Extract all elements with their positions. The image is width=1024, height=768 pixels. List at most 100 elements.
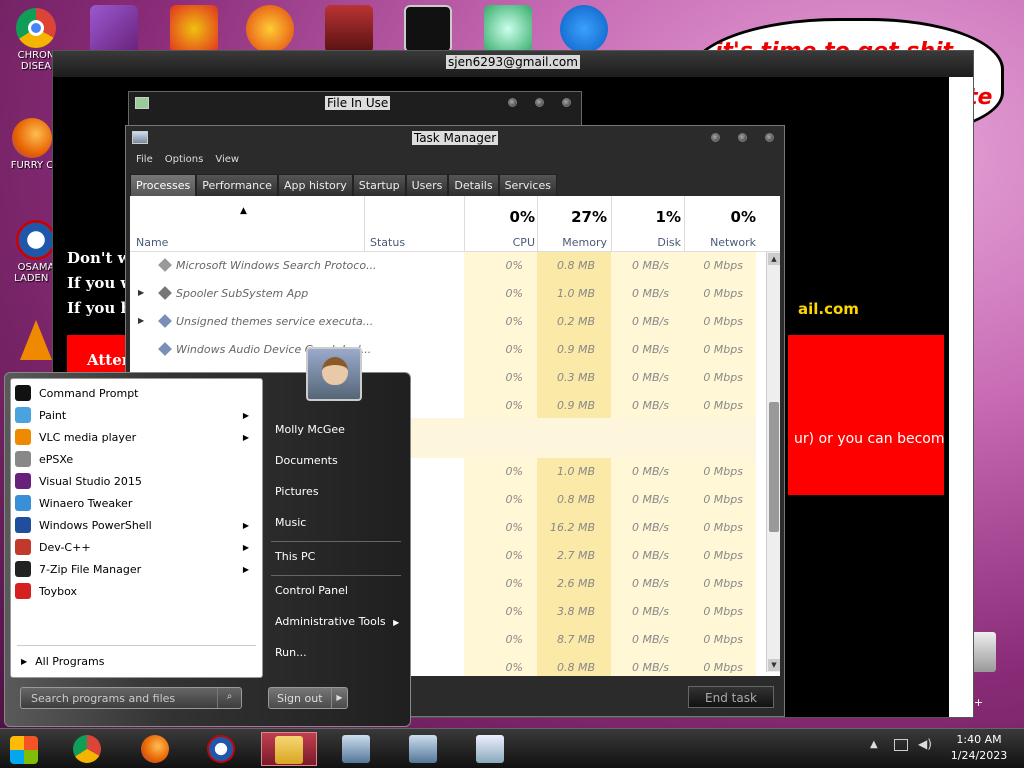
task-manager-title-bar[interactable]: Task Manager [126,126,784,150]
start-right-item[interactable]: This PC [275,550,315,563]
volume-icon[interactable]: ◀) [918,737,932,751]
search-icon[interactable]: ⌕ [217,688,241,708]
taskbar-file-in-use[interactable] [329,732,383,766]
visual-studio-icon[interactable] [90,5,138,53]
tab-performance[interactable]: Performance [196,174,278,196]
program-item[interactable]: Winaero Tweaker [15,492,255,514]
cpu-value: 0% [505,549,523,562]
taskbar-task-manager[interactable] [463,732,517,766]
start-right-item[interactable]: Music [275,516,306,529]
taskbar-obama[interactable] [194,732,248,766]
file-in-use-window[interactable]: File In Use [128,91,582,127]
tab-users[interactable]: Users [405,174,449,196]
header-network[interactable]: Network [710,236,756,249]
scroll-thumb[interactable] [769,402,779,532]
taskbar-file-explorer[interactable] [261,732,317,766]
minimize-button[interactable] [508,98,517,107]
program-item[interactable]: Paint ▶ [15,404,255,426]
program-item[interactable]: Command Prompt [15,382,255,404]
cpu-value: 0% [505,399,523,412]
program-item[interactable]: Visual Studio 2015 [15,470,255,492]
expand-icon[interactable]: ▶ [138,288,144,297]
close-button[interactable] [562,98,571,107]
teamviewer-icon[interactable] [560,5,608,53]
tab-startup[interactable]: Startup [352,174,406,196]
ransom-title: sjen6293@gmail.com [446,55,580,69]
header-cpu[interactable]: CPU [513,236,535,249]
clock[interactable]: 1:40 AM 1/24/2023 [944,732,1014,764]
network-value: 0 Mbps [703,287,743,300]
chevron-right-icon: ▶ [393,618,400,627]
end-task-button[interactable]: End task [688,686,774,708]
memory-value: 0.9 MB [556,343,595,356]
command-prompt-icon[interactable] [404,5,452,53]
table-row[interactable]: ▶ Spooler SubSystem App 0% 1.0 MB 0 MB/s 0 Mb… [130,280,755,308]
close-button[interactable] [765,133,774,142]
program-item[interactable]: ePSXe [15,448,255,470]
header-name[interactable]: Name [136,236,168,249]
memory-value: 8.7 MB [556,633,595,646]
search-input[interactable]: Search programs and files ⌕ [20,687,242,709]
disk-value: 0 MB/s [632,343,669,356]
start-right-item[interactable]: Run... [275,646,307,659]
program-item[interactable]: VLC media player ▶ [15,426,255,448]
recycle-bin-icon[interactable] [972,632,996,672]
start-right-item[interactable]: Molly McGee [275,423,345,436]
taskbar-app[interactable] [396,732,450,766]
app-shield-icon[interactable] [325,5,373,53]
taskbar-firefox[interactable] [128,732,182,766]
sort-ascending-icon[interactable]: ▲ [240,206,247,216]
app-2-icon[interactable] [170,5,218,53]
tab-details[interactable]: Details [448,174,499,196]
header-disk[interactable]: Disk [657,236,681,249]
firefox-icon [12,118,52,158]
tab-app-history[interactable]: App history [277,174,353,196]
app-p-icon[interactable] [246,5,294,53]
header-memory[interactable]: Memory [562,236,607,249]
program-item[interactable]: Toybox [15,580,255,602]
sign-out-button[interactable]: Sign out ▶ [268,687,348,709]
table-row[interactable]: ▶ Unsigned themes service executa... 0% 0.2… [130,308,755,336]
start-right-item[interactable]: Control Panel [275,584,348,597]
show-hidden-icons[interactable]: ▲ [870,739,878,750]
start-button[interactable] [0,732,48,766]
avatar[interactable] [306,347,362,401]
process-icon [158,314,172,328]
header-status[interactable]: Status [370,236,405,249]
network-icon[interactable] [894,739,908,751]
table-row[interactable]: Windows Audio Device Graph Isol... 0% 0.9 … [130,336,755,364]
folder-icon [275,736,303,764]
tab-services[interactable]: Services [498,174,557,196]
program-item[interactable]: Dev-C++ ▶ [15,536,255,558]
network-value: 0 Mbps [703,371,743,384]
computer-icon [342,735,370,763]
expand-icon[interactable]: ▶ [138,316,144,325]
menu-file[interactable]: File [132,152,157,170]
disk-value: 0 MB/s [632,633,669,646]
scroll-up-icon[interactable]: ▲ [768,253,780,265]
start-right-item[interactable]: Administrative Tools ▶ [275,615,399,628]
ransom-title-bar[interactable]: sjen6293@gmail.com [53,51,973,77]
scroll-down-icon[interactable]: ▼ [768,659,780,671]
all-programs-button[interactable]: ▶ All Programs [21,655,104,668]
memory-value: 1.0 MB [556,465,595,478]
app-santa-icon[interactable] [484,5,532,53]
menu-options[interactable]: Options [161,152,208,170]
tab-processes[interactable]: Processes [130,174,197,196]
chevron-right-icon[interactable]: ▶ [331,688,347,708]
minimize-button[interactable] [711,133,720,142]
start-right-item[interactable]: Pictures [275,485,319,498]
taskbar-chrome[interactable] [60,732,114,766]
maximize-button[interactable] [535,98,544,107]
maximize-button[interactable] [738,133,747,142]
start-right-item[interactable]: Documents [275,454,338,467]
program-item[interactable]: Windows PowerShell ▶ [15,514,255,536]
memory-value: 0.8 MB [556,259,595,272]
menu-view[interactable]: View [211,152,243,170]
visual-studio-icon [15,473,31,489]
program-item[interactable]: 7-Zip File Manager ▶ [15,558,255,580]
table-row[interactable]: Microsoft Windows Search Protoco... 0% 0.8… [130,252,755,280]
vertical-scrollbar[interactable]: ▲ ▼ [766,252,780,672]
network-value: 0 Mbps [703,315,743,328]
ransom-red-box: ur) or you can become [788,335,944,495]
